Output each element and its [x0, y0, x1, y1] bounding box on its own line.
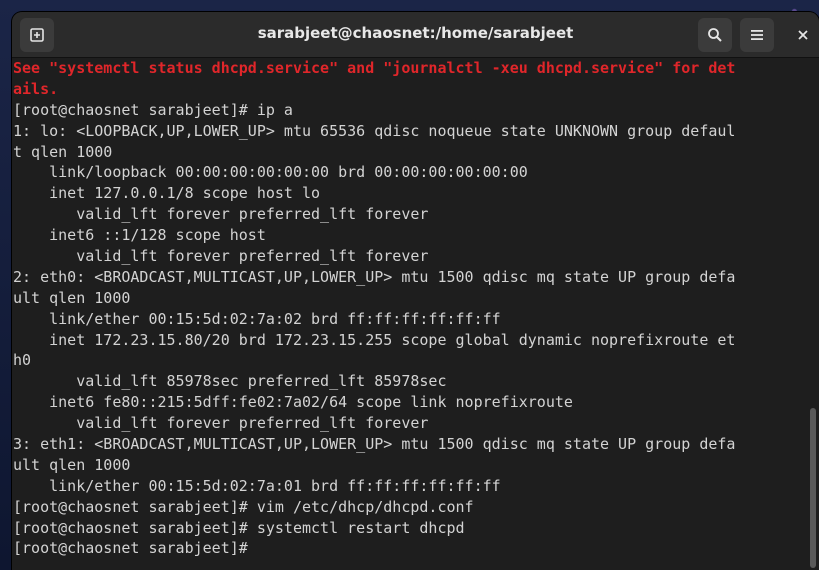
terminal-error-line: See "systemctl status dhcpd.service" and… — [13, 59, 736, 77]
terminal-line: ult qlen 1000 — [13, 288, 131, 307]
scrollbar-thumb[interactable] — [810, 408, 816, 568]
terminal-line: inet 127.0.0.1/8 scope host lo — [13, 184, 321, 203]
terminal-line: link/loopback 00:00:00:00:00:00 brd 00:0… — [13, 163, 528, 182]
terminal-line: 1: lo: <LOOPBACK,UP,LOWER_UP> mtu 65536 … — [13, 121, 736, 140]
terminal-line: [root@chaosnet sarabjeet]# ip a — [13, 100, 293, 119]
terminal-line: valid_lft forever preferred_lft forever — [13, 414, 429, 433]
terminal-line: link/ether 00:15:5d:02:7a:02 brd ff:ff:f… — [13, 309, 501, 328]
terminal-line: h0 — [13, 351, 32, 370]
terminal-line: [root@chaosnet sarabjeet]# — [13, 539, 257, 558]
terminal-output[interactable]: See "systemctl status dhcpd.service" and… — [12, 58, 806, 570]
terminal-line: inet6 fe80::215:5dff:fe02:7a02/64 scope … — [13, 393, 573, 412]
terminal-line: valid_lft 85978sec preferred_lft 85978se… — [13, 372, 447, 391]
terminal-line: inet6 ::1/128 scope host — [13, 226, 266, 245]
search-icon — [708, 28, 722, 42]
terminal-line: [root@chaosnet sarabjeet]# vim /etc/dhcp… — [13, 497, 474, 516]
search-button[interactable] — [698, 18, 732, 52]
main-menu-button[interactable] — [740, 18, 774, 52]
terminal-window: sarabjeet@chaosnet:/home/sarabjeet See "… — [12, 12, 819, 570]
terminal-line: inet 172.23.15.80/20 brd 172.23.15.255 s… — [13, 330, 736, 349]
terminal-line: t qlen 1000 — [13, 142, 113, 161]
terminal-scrollbar[interactable] — [805, 58, 819, 570]
terminal-line: valid_lft forever preferred_lft forever — [13, 205, 429, 224]
close-window-button[interactable] — [788, 18, 818, 52]
close-icon — [798, 30, 808, 40]
new-tab-icon — [30, 28, 44, 42]
terminal-line: 3: eth1: <BROADCAST,MULTICAST,UP,LOWER_U… — [13, 435, 736, 454]
terminal-error-line: ails. — [13, 79, 59, 98]
terminal-line: 2: eth0: <BROADCAST,MULTICAST,UP,LOWER_U… — [13, 267, 736, 286]
hamburger-menu-icon — [751, 30, 763, 40]
terminal-line: [root@chaosnet sarabjeet]# systemctl res… — [13, 518, 465, 537]
terminal-line: link/ether 00:15:5d:02:7a:01 brd ff:ff:f… — [13, 476, 501, 495]
window-titlebar[interactable]: sarabjeet@chaosnet:/home/sarabjeet — [12, 12, 819, 58]
new-tab-button[interactable] — [20, 18, 54, 52]
terminal-line: ult qlen 1000 — [13, 455, 131, 474]
terminal-line: valid_lft forever preferred_lft forever — [13, 247, 429, 266]
